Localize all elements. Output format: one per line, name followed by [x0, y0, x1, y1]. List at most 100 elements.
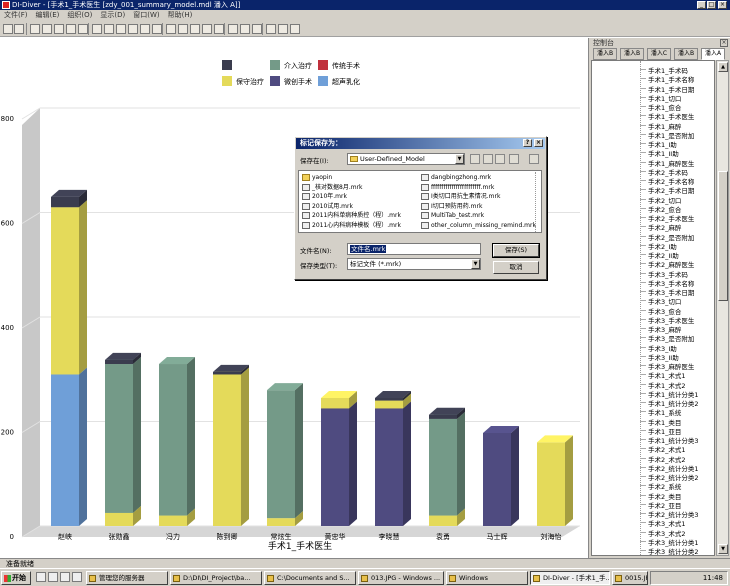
refresh-icon[interactable] [228, 24, 238, 34]
filetype-dropdown[interactable]: 标记文件 (*.mrk) ▼ [347, 258, 481, 270]
file-item[interactable]: I类切口用抗生素情况.mrk [421, 193, 500, 200]
group-icon[interactable] [140, 24, 150, 34]
quicklaunch-media-icon[interactable] [72, 572, 82, 582]
menu-window[interactable]: 窗口(W) [129, 10, 163, 21]
settings-icon[interactable] [214, 24, 224, 34]
legend-label: 超声乳化 [332, 77, 360, 86]
view-menu-icon[interactable] [509, 154, 519, 164]
summary-icon[interactable] [152, 24, 162, 34]
quicklaunch-desktop-icon[interactable] [60, 572, 70, 582]
folder-icon [302, 174, 310, 181]
new-folder-icon[interactable] [495, 154, 505, 164]
taskbar-button[interactable]: 013.JPG - Windows ... [358, 571, 444, 585]
export-icon[interactable] [240, 24, 250, 34]
chart-bar-icon[interactable] [166, 24, 176, 34]
file-name: 2010年.mrk [312, 193, 347, 200]
scroll-thumb[interactable] [718, 171, 728, 301]
file-name: I切口预防用药.mrk [431, 202, 483, 210]
tree-branch [640, 133, 646, 135]
file-item[interactable]: 2011心内科病种模板（程）.mrk [302, 221, 401, 229]
panel-tab[interactable]: 潘入A [701, 48, 725, 60]
copy-icon[interactable] [78, 24, 88, 34]
tree-scrollbar[interactable]: ▲ ▼ [716, 60, 729, 556]
file-item[interactable]: dangbingzhong.mrk [421, 174, 491, 181]
panel-tab[interactable]: 潘入B [620, 48, 644, 60]
print-icon[interactable] [54, 24, 64, 34]
tree-branch [640, 189, 646, 191]
file-list[interactable]: yaopin _核对数据8月.mrk 2010年.mrk 2010试用.mrk 2011… [298, 170, 542, 233]
tree-branch [640, 513, 646, 514]
tools-icon[interactable] [529, 154, 539, 164]
file-item[interactable]: MultiTab_test.mrk [421, 212, 484, 219]
taskbar: 开始 管理您的服务器 D:\DI\DI_Project\ba... C:\Docum… [0, 568, 730, 586]
file-item[interactable]: 2010年.mrk [302, 193, 347, 200]
file-item[interactable]: I切口预防用药.mrk [421, 202, 483, 210]
x-tick-label: 袁勇 [436, 532, 450, 541]
menu-help[interactable]: 帮助(H) [164, 10, 197, 21]
folder-item[interactable]: yaopin [302, 174, 332, 181]
start-button[interactable]: 开始 [1, 571, 31, 585]
file-item[interactable]: other_column_missing_remind.mrk [421, 221, 536, 229]
cancel-button[interactable]: 取消 [493, 261, 539, 274]
table-icon[interactable] [92, 24, 102, 34]
dialog-close-button[interactable]: × [534, 139, 543, 147]
menu-file[interactable]: 文件(F) [0, 10, 32, 21]
taskbar-button[interactable]: DI-Diver - [手术1_手... [530, 571, 610, 585]
scroll-up-icon[interactable]: ▲ [718, 62, 728, 72]
erase-icon[interactable] [290, 24, 300, 34]
panel-tab[interactable]: 潘入C [647, 48, 671, 60]
file-icon [302, 221, 310, 229]
menu-view[interactable]: 显示(D) [96, 10, 129, 21]
panel-tab[interactable]: 潘入B [674, 48, 698, 60]
lock-icon[interactable] [266, 24, 276, 34]
grid-icon[interactable] [104, 24, 114, 34]
taskbar-button[interactable]: D:\DI\DI_Project\ba... [170, 571, 262, 585]
close-file-icon[interactable] [278, 24, 288, 34]
dialog-help-button[interactable]: ? [523, 139, 532, 147]
quicklaunch-ie-icon[interactable] [36, 572, 46, 582]
tree-branch [640, 346, 646, 348]
taskbar-button[interactable]: C:\Documents and S... [264, 571, 356, 585]
taskbar-button[interactable]: 管理您的服务器 [86, 571, 168, 585]
save-in-dropdown[interactable]: User-Defined_Model ▼ [347, 153, 465, 165]
open-icon[interactable] [30, 24, 40, 34]
zoom-icon[interactable] [202, 24, 212, 34]
sort-icon[interactable] [116, 24, 126, 34]
chart-pie-icon[interactable] [190, 24, 200, 34]
maximize-button[interactable]: □ [707, 1, 716, 9]
mark-icon[interactable] [252, 24, 262, 34]
panel-close-button[interactable]: × [720, 39, 728, 47]
chart-line-icon[interactable] [178, 24, 188, 34]
chevron-down-icon[interactable]: ▼ [471, 259, 480, 269]
filter-icon[interactable] [128, 24, 138, 34]
tree-branch [640, 337, 646, 339]
tree-item[interactable]: 手术3_统计分类2 [648, 546, 699, 555]
minimize-button[interactable]: _ [697, 1, 706, 9]
tree-branch [640, 161, 646, 163]
up-folder-icon[interactable] [483, 154, 493, 164]
back-icon[interactable] [470, 154, 480, 164]
file-item[interactable]: ffffffffffffffffffffffff.mrk [421, 183, 494, 191]
filename-input[interactable]: 文件名.mrk [347, 243, 481, 255]
save-icon[interactable] [42, 24, 52, 34]
taskbar-button[interactable]: Windows [446, 571, 528, 585]
legend-swatch [222, 76, 232, 86]
panel-tab[interactable]: 潘入B [593, 48, 617, 60]
back-icon[interactable] [3, 24, 13, 34]
close-button[interactable]: × [718, 1, 727, 9]
file-item[interactable]: _核对数据8月.mrk [302, 183, 363, 191]
save-button[interactable]: 保存(S) [492, 243, 540, 258]
file-item[interactable]: 2011内科单病种质控（程）.mrk [302, 212, 401, 219]
menu-edit[interactable]: 编辑(E) [32, 10, 64, 21]
chevron-down-icon[interactable]: ▼ [455, 154, 464, 164]
taskbar-button[interactable]: 0015.JPG - 画图 [612, 571, 648, 585]
bar-segment [105, 359, 133, 365]
quicklaunch-explorer-icon[interactable] [48, 572, 58, 582]
forward-icon[interactable] [14, 24, 24, 34]
file-item[interactable]: 2010试用.mrk [302, 202, 353, 210]
menu-organize[interactable]: 组织(O) [63, 10, 96, 21]
scroll-down-icon[interactable]: ▼ [718, 544, 728, 554]
cut-icon[interactable] [66, 24, 76, 34]
column-divider [535, 172, 538, 232]
tree-branch [640, 466, 646, 468]
